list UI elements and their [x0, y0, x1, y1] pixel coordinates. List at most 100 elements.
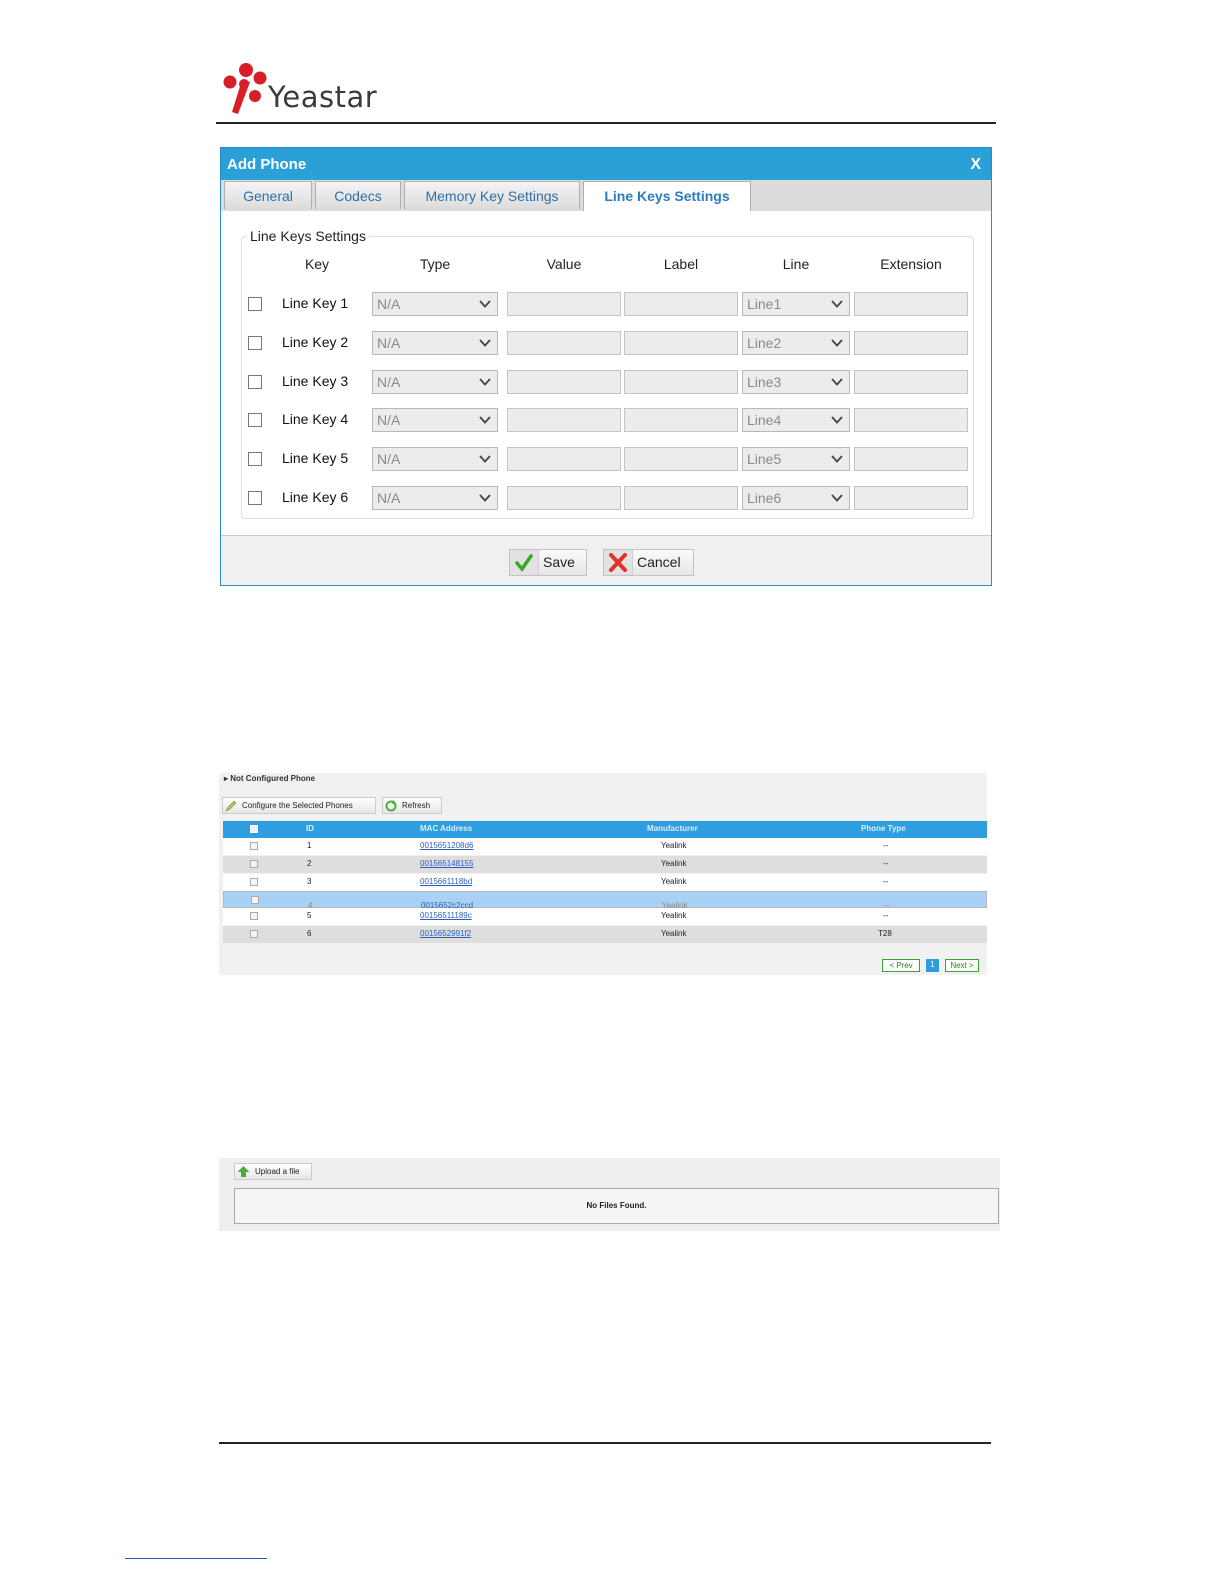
type-select[interactable]: N/A	[372, 331, 498, 355]
type-select-value: N/A	[377, 296, 401, 312]
configure-button-label: Configure the Selected Phones	[242, 801, 353, 810]
select-all-checkbox[interactable]	[250, 825, 258, 833]
table-row[interactable]: 6 0015652991f2 Yealink T28	[223, 926, 987, 943]
line-select[interactable]: Line2	[742, 331, 850, 355]
chevron-down-icon	[479, 378, 491, 386]
value-input[interactable]	[507, 447, 621, 471]
dialog-title: Add Phone	[227, 156, 307, 173]
label-input[interactable]	[624, 292, 738, 316]
value-input[interactable]	[507, 331, 621, 355]
header-rule	[216, 122, 996, 124]
line-key-label: Line Key 4	[282, 411, 349, 427]
type-select-value: N/A	[377, 335, 401, 351]
brand-name: Yeastar	[268, 80, 378, 114]
type-select[interactable]: N/A	[372, 486, 498, 510]
row-manufacturer: Yealink	[661, 929, 687, 938]
row-id: 2	[307, 859, 312, 868]
value-input[interactable]	[507, 292, 621, 316]
extension-input[interactable]	[854, 331, 968, 355]
col-header-phone-type: Phone Type	[861, 824, 906, 833]
line-key-row: Line Key 6 N/A Line6	[221, 486, 993, 512]
type-select[interactable]: N/A	[372, 408, 498, 432]
table-row[interactable]: 2 001565148155 Yealink --	[223, 856, 987, 873]
empty-state-text: No Files Found.	[586, 1201, 647, 1210]
label-input[interactable]	[624, 447, 738, 471]
row-mac-link[interactable]: 0015661118bd	[420, 877, 472, 886]
row-manufacturer: Yealink	[661, 877, 687, 886]
row-checkbox[interactable]	[250, 878, 258, 886]
page-number-current[interactable]: 1	[926, 959, 939, 972]
type-select[interactable]: N/A	[372, 447, 498, 471]
yeastar-logo: Yeastar	[222, 60, 402, 120]
row-manufacturer: Yealink	[661, 859, 687, 868]
line-select[interactable]: Line5	[742, 447, 850, 471]
value-input[interactable]	[507, 408, 621, 432]
col-header-value: Value	[546, 256, 582, 272]
label-input[interactable]	[624, 370, 738, 394]
upload-file-button[interactable]: Upload a file	[234, 1163, 312, 1180]
save-button[interactable]: Save	[509, 549, 587, 576]
tab-general[interactable]: General	[224, 181, 312, 209]
row-mac-link[interactable]: 001565148155	[420, 859, 473, 868]
type-select[interactable]: N/A	[372, 292, 498, 316]
line-key-label: Line Key 6	[282, 489, 349, 505]
value-input[interactable]	[507, 370, 621, 394]
line-select[interactable]: Line4	[742, 408, 850, 432]
line-key-checkbox[interactable]	[248, 413, 262, 427]
line-key-row: Line Key 4 N/A Line4	[221, 408, 993, 434]
next-page-button[interactable]: Next >	[945, 959, 979, 972]
extension-input[interactable]	[854, 408, 968, 432]
triangle-right-icon: ▸	[224, 774, 229, 783]
extension-input[interactable]	[854, 447, 968, 471]
dialog-title-bar: Add Phone X	[221, 148, 991, 180]
footer-link-underline	[125, 1558, 267, 1559]
row-mac-link[interactable]: 0015651208d6	[420, 841, 473, 850]
line-select[interactable]: Line6	[742, 486, 850, 510]
row-phone-type: --	[883, 841, 889, 850]
row-mac-link[interactable]: 00156511189c	[420, 911, 472, 920]
line-key-checkbox[interactable]	[248, 452, 262, 466]
row-phone-type: T28	[878, 929, 892, 938]
label-input[interactable]	[624, 331, 738, 355]
type-select[interactable]: N/A	[372, 370, 498, 394]
label-input[interactable]	[624, 408, 738, 432]
section-title-text: Not Configured Phone	[230, 774, 316, 783]
extension-input[interactable]	[854, 292, 968, 316]
table-row[interactable]: 3 0015661118bd Yealink --	[223, 874, 987, 891]
refresh-button[interactable]: Refresh	[382, 797, 442, 814]
row-manufacturer: Yealink	[661, 911, 687, 920]
table-row-selected[interactable]: 4 0015652c2ccd Yealink --	[223, 891, 987, 910]
line-key-checkbox[interactable]	[248, 491, 262, 505]
col-header-type: Type	[419, 256, 451, 272]
row-checkbox[interactable]	[250, 912, 258, 920]
table-row[interactable]: 1 0015651208d6 Yealink --	[223, 838, 987, 855]
close-button[interactable]: X	[970, 148, 981, 181]
value-input[interactable]	[507, 486, 621, 510]
line-select[interactable]: Line1	[742, 292, 850, 316]
row-checkbox[interactable]	[251, 896, 259, 904]
line-key-checkbox[interactable]	[248, 297, 262, 311]
tab-line-keys-settings[interactable]: Line Keys Settings	[583, 181, 751, 212]
extension-input[interactable]	[854, 370, 968, 394]
prev-page-button[interactable]: < Prev	[882, 959, 920, 972]
table-row[interactable]: 5 00156511189c Yealink --	[223, 908, 987, 925]
tab-codecs[interactable]: Codecs	[315, 181, 401, 209]
row-checkbox[interactable]	[250, 842, 258, 850]
extension-input[interactable]	[854, 486, 968, 510]
chevron-down-icon	[479, 494, 491, 502]
line-key-checkbox[interactable]	[248, 375, 262, 389]
cancel-button[interactable]: Cancel	[603, 549, 694, 576]
row-checkbox[interactable]	[250, 930, 258, 938]
configure-selected-phones-button[interactable]: Configure the Selected Phones	[222, 797, 376, 814]
tab-memory-key-settings[interactable]: Memory Key Settings	[404, 181, 580, 209]
row-mac-link[interactable]: 0015652991f2	[420, 929, 471, 938]
row-checkbox[interactable]	[250, 860, 258, 868]
chevron-down-icon	[831, 339, 843, 347]
not-configured-phone-panel: ▸ Not Configured Phone Configure the Sel…	[219, 773, 987, 975]
line-select[interactable]: Line3	[742, 370, 850, 394]
label-input[interactable]	[624, 486, 738, 510]
line-select-value: Line1	[747, 296, 782, 312]
yeastar-star-icon	[223, 63, 267, 114]
col-header-id: ID	[306, 824, 314, 833]
line-key-checkbox[interactable]	[248, 336, 262, 350]
